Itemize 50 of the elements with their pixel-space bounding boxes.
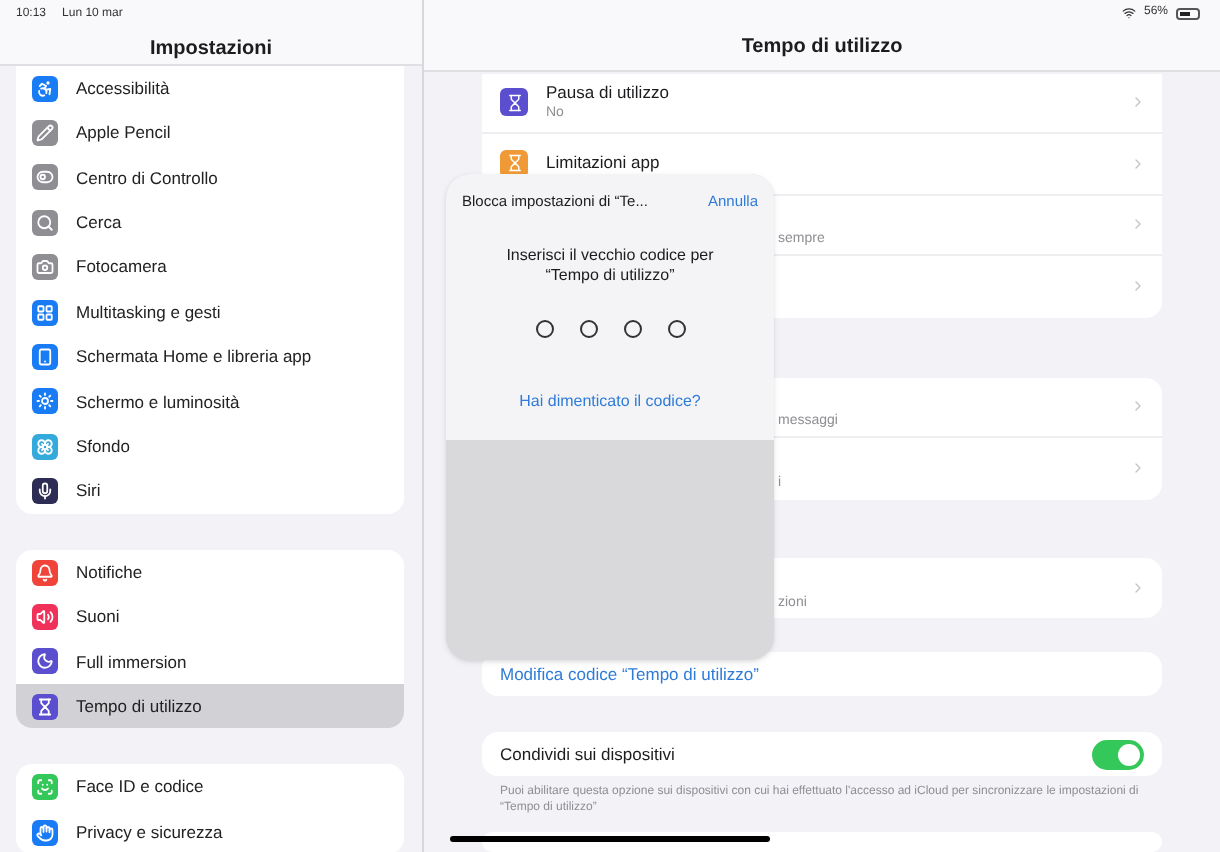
sidebar-label: Schermo e luminosità (76, 389, 240, 415)
row-title: Limitazioni app (546, 150, 660, 177)
battery-icon (1176, 7, 1200, 19)
sidebar-item[interactable]: Siri (16, 469, 404, 514)
sidebar-label: Centro di Controllo (76, 165, 218, 191)
sidebar-item[interactable]: Apple Pencil (16, 110, 404, 156)
sidebar-label: Sfondo (76, 433, 130, 460)
detail-title: Tempo di utilizzo (741, 34, 903, 62)
sidebar-item[interactable]: Tempo di utilizzo (16, 684, 404, 729)
share-label: Condividi sui dispositivi (500, 741, 675, 767)
chevron-icon (1130, 94, 1146, 111)
sidebar-title: Impostazioni (149, 36, 273, 64)
sidebar-item[interactable]: Cerca (16, 200, 404, 246)
sidebar-label: Siri (76, 478, 101, 505)
sidebar-item[interactable]: Sfondo (16, 424, 404, 470)
forgot-code-link[interactable]: Hai dimenticato il codice? (519, 390, 701, 415)
sidebar-label: Cerca (76, 209, 122, 236)
popover-message: Inserisci il vecchio codice per “Tempo di utilizzo” (504, 246, 716, 287)
sidebar-label: Face ID e codice (76, 774, 204, 801)
sidebar-item[interactable]: Notifiche (16, 549, 404, 595)
sidebar-label: Apple Pencil (76, 120, 171, 146)
sidebar-item[interactable]: Fotocamera (16, 245, 404, 290)
sidebar-label: Full immersion (76, 649, 187, 675)
chevron-icon (1130, 579, 1146, 596)
sidebar-item[interactable]: Multitasking e gesti (16, 289, 404, 335)
sidebar-item[interactable]: Suoni (16, 594, 404, 640)
wifi-icon (1121, 6, 1136, 20)
change-code-link[interactable]: Modifica codice “Tempo di utilizzo” (482, 652, 1162, 696)
chevron-icon (1130, 398, 1146, 415)
sidebar-item[interactable]: Centro di Controllo (16, 155, 404, 201)
chevron-icon (1130, 155, 1146, 172)
sidebar-label: Privacy e sicurezza (76, 819, 223, 845)
chevron-icon (1130, 278, 1146, 295)
sidebar-label: Notifiche (76, 559, 143, 585)
share-toggle[interactable] (1092, 739, 1144, 769)
sidebar-item[interactable]: Full immersion (16, 639, 404, 685)
sidebar-label: Tempo di utilizzo (76, 693, 202, 720)
sidebar-item[interactable]: Face ID e codice (16, 764, 404, 810)
row-title: Pausa di utilizzo (546, 79, 669, 105)
sidebar-item[interactable]: Privacy e sicurezza (16, 809, 404, 852)
sidebar-label: Accessibilità (76, 75, 170, 102)
sidebar-item[interactable]: Accessibilità (16, 66, 404, 111)
sidebar-item[interactable]: Schermata Home e libreria app (16, 334, 404, 380)
sidebar-label: Fotocamera (76, 254, 167, 281)
sidebar-item[interactable]: Schermo e luminosità (16, 379, 404, 425)
chevron-icon (1130, 216, 1146, 233)
sidebar-label: Schermata Home e libreria app (76, 344, 312, 370)
chevron-icon (1130, 460, 1146, 477)
sidebar-label: Multitasking e gesti (76, 299, 221, 326)
sidebar-label: Suoni (76, 604, 120, 630)
